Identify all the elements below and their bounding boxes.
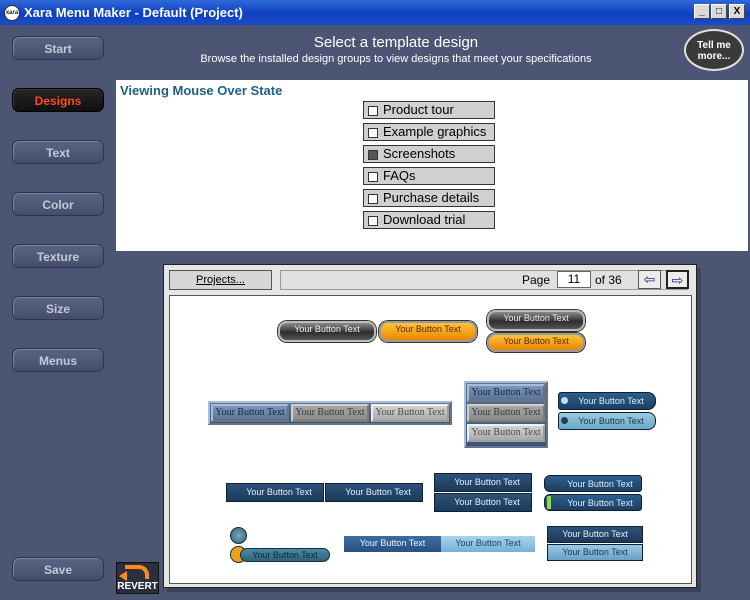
design-sample-button[interactable]: Your Button Text	[467, 384, 545, 402]
page-subtitle: Browse the installed design groups to vi…	[200, 53, 592, 65]
design-sample-button[interactable]: Your Button Text	[558, 412, 656, 430]
menu-item-label: Download trial	[383, 212, 466, 227]
sidebar-item-color[interactable]: Color	[12, 192, 104, 216]
projects-button[interactable]: Projects...	[169, 270, 272, 290]
tell-me-more-button[interactable]: Tell me more...	[684, 29, 744, 71]
app-logo-icon: xara	[4, 5, 20, 21]
undo-arrow-tip-icon	[119, 571, 127, 581]
minimize-button[interactable]: _	[694, 4, 710, 19]
design-sample-button[interactable]: Your Button Text	[344, 536, 441, 552]
checkbox-icon	[368, 172, 378, 182]
menu-item-download-trial[interactable]: Download trial	[363, 211, 495, 229]
window-title: Xara Menu Maker - Default (Project)	[24, 5, 243, 20]
menu-item-faqs[interactable]: FAQs	[363, 167, 495, 185]
title-bar: xara Xara Menu Maker - Default (Project)…	[0, 0, 750, 25]
of-label: of	[595, 273, 606, 287]
design-sample-button[interactable]: Your Button Text	[547, 544, 643, 561]
menu-item-label: FAQs	[383, 168, 416, 183]
bullet-icon	[561, 417, 568, 424]
menu-item-screenshots[interactable]: Screenshots	[363, 145, 495, 163]
maximize-button[interactable]: □	[711, 4, 727, 19]
design-sample-button[interactable]: Your Button Text	[379, 321, 477, 342]
design-sample-button[interactable]: Your Button Text	[441, 536, 535, 552]
highlight-bar	[547, 496, 551, 509]
sidebar-item-designs[interactable]: Designs	[12, 88, 104, 112]
checkbox-icon	[368, 106, 378, 116]
sidebar-item-menus[interactable]: Menus	[12, 348, 104, 372]
circle-icon	[230, 527, 247, 544]
design-sample-button[interactable]: Your Button Text	[544, 475, 642, 492]
undo-arrow-icon	[125, 565, 149, 579]
total-pages: 36	[608, 273, 622, 287]
arrow-left-icon: ⇦	[643, 271, 656, 287]
design-sample-button[interactable]: Your Button Text	[487, 310, 585, 331]
menu-item-purchase-details[interactable]: Purchase details	[363, 189, 495, 207]
design-sample-button[interactable]: Your Button Text	[211, 404, 289, 422]
design-sample-button[interactable]: Your Button Text	[434, 473, 532, 492]
menu-item-label: Purchase details	[383, 190, 480, 205]
bullet-icon	[561, 397, 568, 404]
design-sample-button[interactable]: Your Button Text	[467, 424, 545, 442]
projects-label: Projects...	[196, 274, 245, 286]
checkbox-icon	[368, 216, 378, 226]
menu-item-label: Screenshots	[383, 146, 456, 161]
design-sample-button[interactable]: Your Button Text	[434, 493, 532, 512]
arrow-right-icon: ⇨	[671, 272, 684, 288]
sidebar-item-texture[interactable]: Texture	[12, 244, 104, 268]
sidebar-item-text[interactable]: Text	[12, 140, 104, 164]
page-label: Page	[522, 273, 551, 287]
design-sample-button[interactable]: Your Button Text	[371, 404, 449, 422]
sidebar-item-size[interactable]: Size	[12, 296, 104, 320]
next-page-button[interactable]: ⇨	[666, 270, 689, 289]
design-sample-button[interactable]: Your Button Text	[325, 483, 423, 502]
design-browser: Projects... Page 11 of 36 ⇦ ⇨ Your Butto…	[163, 264, 697, 588]
tell-me-line1: Tell me	[697, 40, 731, 51]
design-sample-button[interactable]: Your Button Text	[226, 483, 324, 502]
menu-item-example-graphics[interactable]: Example graphics	[363, 123, 495, 141]
design-sample-button[interactable]: Your Button Text	[240, 548, 330, 562]
design-sample-button[interactable]: Your Button Text	[278, 321, 376, 342]
page-title: Select a template design	[313, 34, 479, 51]
page-total: of 36	[595, 273, 622, 287]
revert-label: REVERT	[117, 581, 158, 592]
checkbox-icon	[368, 128, 378, 138]
prev-page-button[interactable]: ⇦	[638, 270, 661, 289]
revert-button[interactable]: REVERT	[116, 562, 159, 594]
project-path-bar	[280, 270, 688, 290]
menu-item-product-tour[interactable]: Product tour	[363, 101, 495, 119]
close-button[interactable]: X	[729, 4, 745, 19]
design-sample-button[interactable]: Your Button Text	[544, 494, 642, 511]
preview-state-label: Viewing Mouse Over State	[120, 83, 283, 98]
save-button[interactable]: Save	[12, 557, 104, 581]
checkbox-icon	[368, 194, 378, 204]
tell-me-line2: more...	[697, 51, 731, 62]
design-sample-button[interactable]: Your Button Text	[558, 392, 656, 410]
page-number-input[interactable]: 11	[557, 271, 591, 288]
sidebar-item-start[interactable]: Start	[12, 36, 104, 60]
checkbox-icon	[368, 150, 378, 160]
design-sample-button[interactable]: Your Button Text	[291, 404, 369, 422]
preview-panel: Viewing Mouse Over State Product tour Ex…	[116, 80, 748, 251]
design-sample-button[interactable]: Your Button Text	[487, 333, 585, 352]
menu-item-label: Product tour	[383, 102, 454, 117]
design-sample-button[interactable]: Your Button Text	[547, 526, 643, 543]
design-thumbnails: Your Button Text Your Button Text Your B…	[169, 295, 692, 584]
menu-item-label: Example graphics	[383, 124, 487, 139]
design-sample-button[interactable]: Your Button Text	[467, 404, 545, 422]
